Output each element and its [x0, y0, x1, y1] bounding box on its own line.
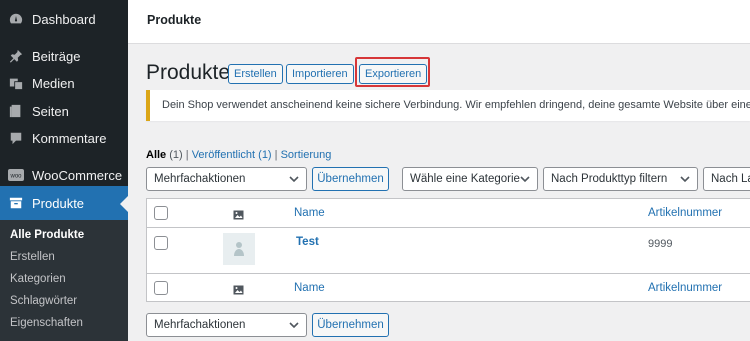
image-icon: [233, 283, 244, 295]
sidebar-item-label: Kommentare: [32, 130, 107, 146]
sidebar-item-label: Beiträge: [32, 48, 81, 64]
stock-status-select[interactable]: Nach La: [703, 167, 750, 191]
import-button[interactable]: Importieren: [286, 64, 354, 84]
filter-published-count: (1): [258, 149, 272, 161]
admin-sidebar: Dashboard Beiträge Medien Seiten Komment…: [0, 0, 128, 341]
column-name-header[interactable]: Name: [294, 207, 325, 219]
comment-icon: [8, 130, 24, 146]
sidebar-item-kommentare[interactable]: Kommentare: [0, 121, 128, 155]
stock-status-value: Nach La: [711, 173, 750, 185]
media-icon: [8, 75, 24, 91]
page-title: Produkte: [146, 61, 231, 84]
submenu-item-kategorien[interactable]: Kategorien: [10, 273, 66, 285]
bulk-actions-select-bottom[interactable]: Mehrfachaktionen: [146, 313, 307, 337]
row-checkbox[interactable]: [154, 236, 168, 250]
submenu-item-eigenschaften[interactable]: Eigenschaften: [10, 317, 83, 329]
submenu-item-erstellen[interactable]: Erstellen: [10, 251, 55, 263]
image-icon: [233, 208, 244, 220]
chevron-down-icon: [680, 172, 690, 189]
submenu-item-alle-produkte[interactable]: Alle Produkte: [10, 229, 84, 241]
filter-separator: |: [274, 149, 278, 161]
svg-text:woo: woo: [9, 174, 22, 180]
bulk-actions-select[interactable]: Mehrfachaktionen: [146, 167, 307, 191]
filter-separator: |: [185, 149, 189, 161]
chevron-down-icon: [289, 172, 299, 189]
chevron-down-icon: [520, 172, 530, 189]
archive-icon: [8, 195, 24, 211]
select-all-checkbox-footer[interactable]: [154, 281, 168, 295]
product-name-link[interactable]: Test: [296, 236, 319, 248]
dashboard-icon: [8, 11, 24, 27]
category-select[interactable]: Wähle eine Kategorie: [402, 167, 538, 191]
row-divider: [147, 227, 750, 228]
sidebar-item-label: Seiten: [32, 103, 69, 119]
status-filter-links: Alle (1) | Veröffentlicht (1) | Sortieru…: [146, 149, 331, 161]
sidebar-item-label: WooCommerce: [32, 167, 123, 183]
apply-button-bottom[interactable]: Übernehmen: [312, 313, 389, 337]
submenu-item-schlagwoerter[interactable]: Schlagwörter: [10, 295, 77, 307]
export-highlight-box: [355, 57, 430, 87]
header-title: Produkte: [147, 13, 202, 27]
chevron-down-icon: [289, 318, 299, 335]
page-icon: [8, 103, 24, 119]
products-submenu: Alle Produkte Erstellen Kategorien Schla…: [0, 220, 128, 341]
filter-sort-link[interactable]: Sortierung: [281, 149, 332, 161]
row-divider: [147, 273, 750, 274]
column-sku-header[interactable]: Artikelnummer: [648, 207, 722, 219]
https-notice: Dein Shop verwendet anscheinend keine si…: [146, 90, 750, 121]
select-all-checkbox[interactable]: [154, 206, 168, 220]
column-sku-footer[interactable]: Artikelnummer: [648, 282, 722, 294]
woocommerce-header-bar: Produkte: [128, 0, 750, 44]
bulk-actions-value: Mehrfachaktionen: [154, 173, 246, 185]
apply-button[interactable]: Übernehmen: [312, 167, 389, 191]
sidebar-item-dashboard[interactable]: Dashboard: [0, 2, 128, 36]
category-value: Wähle eine Kategorie: [410, 173, 520, 185]
bulk-actions-value: Mehrfachaktionen: [154, 319, 246, 331]
product-type-value: Nach Produkttyp filtern: [551, 173, 668, 185]
filter-all-link[interactable]: Alle: [146, 149, 166, 161]
column-name-footer[interactable]: Name: [294, 282, 325, 294]
sidebar-item-label: Dashboard: [32, 11, 96, 27]
sidebar-item-label: Produkte: [32, 195, 85, 211]
product-thumbnail[interactable]: [223, 233, 255, 265]
products-table: Name Artikelnummer Test 9999 Name Artike…: [146, 198, 750, 302]
create-button[interactable]: Erstellen: [228, 64, 283, 84]
notice-text: Dein Shop verwendet anscheinend keine si…: [162, 99, 750, 111]
product-type-select[interactable]: Nach Produkttyp filtern: [543, 167, 698, 191]
product-sku: 9999: [648, 238, 673, 250]
pin-icon: [8, 48, 24, 64]
sidebar-item-produkte[interactable]: Produkte: [0, 186, 128, 220]
filter-all-count: (1): [169, 149, 183, 161]
woo-icon: woo: [8, 167, 24, 183]
sidebar-item-label: Medien: [32, 75, 75, 91]
filter-published-link[interactable]: Veröffentlicht: [192, 149, 255, 161]
